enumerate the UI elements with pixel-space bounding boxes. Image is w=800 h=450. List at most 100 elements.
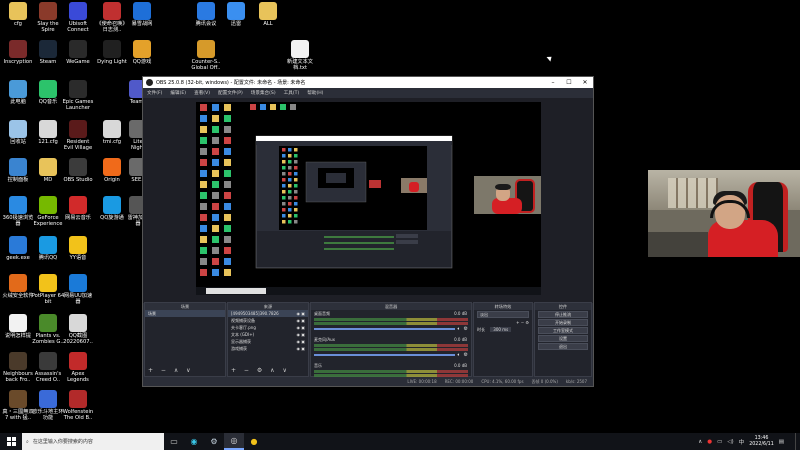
show-desktop-button[interactable] <box>795 433 800 450</box>
visibility-eye-icon[interactable]: ◉ ▣ <box>296 310 305 317</box>
source-item[interactable]: 文本 (GDI+) ◉ ▣ <box>228 331 308 338</box>
scene-item[interactable]: 场景 <box>145 310 225 317</box>
control-button[interactable]: 停止推流 <box>538 311 588 318</box>
cfg-file-icon <box>39 120 57 138</box>
desktop-icon[interactable]: QQ截图 20220607.. <box>60 314 96 345</box>
minimize-icon[interactable]: – <box>545 79 561 86</box>
volume-slider[interactable] <box>314 354 455 356</box>
mixer-channel: 麦克风/Aux 0.0 dB 🔈︎ ⚙ <box>311 336 471 358</box>
speaker-icon[interactable]: 🔈︎ <box>458 326 461 332</box>
desktop-icon[interactable]: 迅雷 <box>218 2 254 27</box>
notification-icon[interactable]: ▤ <box>779 439 784 445</box>
menu-item[interactable]: 文件(F) <box>147 90 162 96</box>
desktop-icon-label: YY语音 <box>69 255 87 261</box>
duration-label: 时长 <box>477 327 485 332</box>
desktop-icon[interactable]: Apex Legends <box>60 352 96 383</box>
cpu-status: CPU: 4.1%, 60.00 fps <box>481 379 524 384</box>
volume-icon[interactable]: ◁) <box>727 439 733 445</box>
steam-taskbar-icon[interactable]: ⚙ <box>204 433 224 450</box>
desktop-icon[interactable]: Ubisoft Connect <box>60 2 96 33</box>
taskbar-search[interactable]: ⌕ 在这里输入你要搜索的内容 <box>22 433 164 450</box>
qq-icon <box>39 236 57 254</box>
desktop-icon[interactable]: ALL <box>250 2 286 27</box>
input-language[interactable]: 中 <box>739 438 745 446</box>
desktop-icon[interactable]: Counter-S.. Global Off.. <box>188 40 224 71</box>
game-icon <box>9 390 27 408</box>
volume-slider[interactable] <box>314 328 455 330</box>
tray-chevron-icon[interactable]: ∧ <box>698 439 702 445</box>
start-button[interactable] <box>0 433 22 450</box>
desktop-icon[interactable]: Resident Evil Village <box>60 120 96 151</box>
menu-item[interactable]: 帮助(H) <box>307 90 323 96</box>
volume-slider-row: 🔈︎⚙ <box>314 352 468 358</box>
desktop-icon-label: 网易云音乐 <box>65 215 91 221</box>
tray-app-icon[interactable]: ● <box>707 439 712 445</box>
close-icon[interactable]: ✕ <box>577 79 593 86</box>
visibility-eye-icon[interactable]: ◉ ▣ <box>296 345 305 352</box>
desktop-icon[interactable]: Epic Games Launcher <box>60 80 96 111</box>
control-button[interactable]: 开始录制 <box>538 319 588 326</box>
desktop-icon[interactable]: 新建文本文 档.txt <box>282 40 318 71</box>
menu-item[interactable]: 编辑(E) <box>170 90 186 96</box>
menu-item[interactable]: 工具(T) <box>284 90 300 96</box>
task-view-icon[interactable]: ▭ <box>164 433 184 450</box>
desktop-icon[interactable]: WeGame <box>60 40 96 65</box>
mixer-channel-header: 麦克风/Aux 0.0 dB <box>311 336 471 343</box>
visibility-eye-icon[interactable]: ◉ ▣ <box>296 338 305 345</box>
source-item[interactable]: 显示器捕获 ◉ ▣ <box>228 338 308 345</box>
gear-icon[interactable]: ⚙ <box>464 326 468 332</box>
sources-dock-toolbar[interactable]: + − ⚙ ∧ ∨ <box>231 367 290 374</box>
bitrate-status: kb/s: 2507 <box>565 379 587 384</box>
control-button[interactable]: 工作室模式 <box>538 327 588 334</box>
gear-icon[interactable]: ⚙ <box>464 352 468 358</box>
menu-item[interactable]: 查看(V) <box>194 90 210 96</box>
desktop-icon[interactable]: 网易云音乐 <box>60 196 96 221</box>
preview-recursive-capture <box>196 102 541 295</box>
source-item[interactable]: [4949503485]390.7826 ◉ ▣ <box>228 310 308 317</box>
desktop-icon[interactable]: YY语音 <box>60 236 96 261</box>
mixer-channel-level: 0.0 dB <box>454 311 467 316</box>
source-item[interactable]: 视频捕获设备 ◉ ▣ <box>228 317 308 324</box>
text-file-icon <box>291 40 309 58</box>
menu-item[interactable]: 场景集合(S) <box>251 90 276 96</box>
preview-area <box>143 98 593 303</box>
speaker-icon[interactable]: 🔈︎ <box>458 352 461 358</box>
desktop-icon[interactable]: Wolfenstein The Old B.. <box>60 390 96 421</box>
image-file-icon <box>69 314 87 332</box>
maximize-icon[interactable]: ☐ <box>561 79 577 86</box>
transitions-dock-title: 转场特效 <box>474 303 532 310</box>
desktop-icon-label: ALL <box>263 21 273 27</box>
preview-canvas[interactable] <box>196 102 541 295</box>
slay-the-spire-icon <box>39 2 57 20</box>
source-item[interactable]: 游戏捕获 ◉ ▣ <box>228 345 308 352</box>
desktop-icon-label: Resident Evil Village <box>63 139 93 151</box>
visibility-eye-icon[interactable]: ◉ ▣ <box>296 317 305 324</box>
mouse-cursor <box>546 54 554 62</box>
desktop-icon[interactable]: QQ游戏 <box>124 40 160 65</box>
obs-titlebar[interactable]: OBS 25.0.8 (32-bit, windows) - 配置文件: 未命名… <box>143 77 593 88</box>
transition-select[interactable]: 淡出 <box>477 311 529 318</box>
control-panel-icon <box>9 158 27 176</box>
transition-toolbar[interactable]: + − ⚙ <box>474 319 532 326</box>
network-icon[interactable]: ▭ <box>717 439 722 445</box>
source-item[interactable]: 夫卡客厅.png ◉ ▣ <box>228 324 308 331</box>
visibility-eye-icon[interactable]: ◉ ▣ <box>296 324 305 331</box>
control-button[interactable]: 退出 <box>538 343 588 350</box>
duration-input[interactable]: 300 ms <box>490 327 512 332</box>
scenes-dock-toolbar[interactable]: + − ∧ ∨ <box>148 367 194 374</box>
desktop-icon[interactable]: 网易UU加速 器 <box>60 274 96 305</box>
control-button[interactable]: 设置 <box>538 335 588 342</box>
qq-game-icon <box>133 40 151 58</box>
obs-window[interactable]: OBS 25.0.8 (32-bit, windows) - 配置文件: 未命名… <box>142 76 594 387</box>
game-icon <box>9 352 27 370</box>
clock[interactable]: 13:46 2022/6/11 <box>749 436 774 448</box>
edge-browser-icon[interactable]: ◉ <box>184 433 204 450</box>
netease-music-icon <box>69 196 87 214</box>
obs-taskbar-icon[interactable]: ◎ <box>224 433 244 450</box>
menu-item[interactable]: 配置文件(P) <box>218 90 243 96</box>
desktop-icon[interactable]: 暴雪战网 <box>124 2 160 27</box>
desktop-icon[interactable]: OBS Studio <box>60 158 96 183</box>
origin-icon <box>103 158 121 176</box>
visibility-eye-icon[interactable]: ◉ ▣ <box>296 331 305 338</box>
app-taskbar-icon[interactable]: ● <box>244 433 264 450</box>
